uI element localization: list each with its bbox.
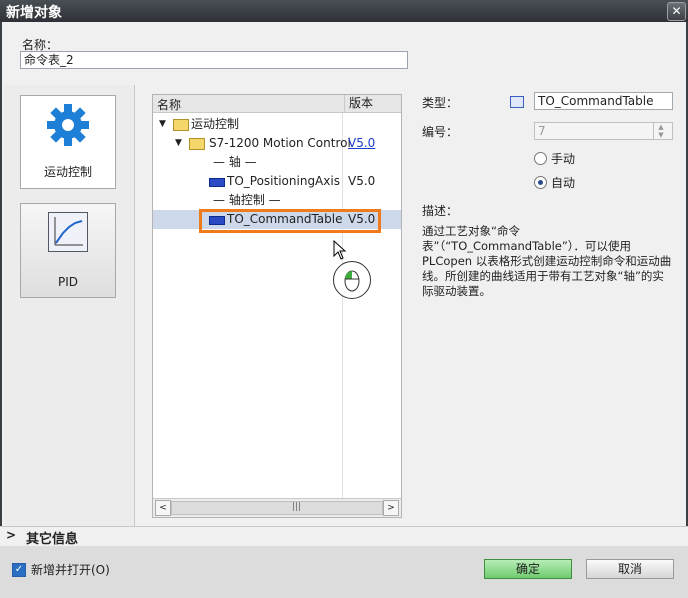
number-label: 编号： <box>422 125 459 139</box>
manual-radio[interactable] <box>534 152 547 165</box>
scroll-left-button[interactable]: < <box>155 500 171 516</box>
tree-row[interactable]: TO_PositioningAxis V5.0 <box>153 172 401 191</box>
window-title: 新增对象 <box>6 5 62 21</box>
dialog-body: 名称： 命令表_2 运动控制 PID 名称 版本 ▼ 运动控制 ▼ S7-120… <box>2 22 686 526</box>
tree-group-row: — 轴 — <box>153 153 401 172</box>
folder-icon <box>173 119 189 131</box>
version-text: V5.0 <box>348 174 376 188</box>
add-open-checkbox[interactable]: ✓ <box>12 563 26 577</box>
gear-icon <box>47 104 89 146</box>
expand-icon[interactable]: ▼ <box>175 134 182 153</box>
type-label: 类型： <box>422 96 459 110</box>
highlight-box <box>199 209 381 233</box>
tree-row-label: S7-1200 Motion Control <box>209 136 351 150</box>
dialog-footer: ✓ 新增并打开(O) 确定 取消 <box>0 546 688 598</box>
scroll-grip: ||| <box>292 502 302 512</box>
mouse-cursor-icon <box>333 240 347 260</box>
category-panel: 运动控制 PID <box>4 85 135 526</box>
category-label: PID <box>57 275 78 289</box>
axis-object-icon <box>209 178 225 187</box>
category-motion-control[interactable]: 运动控制 <box>20 95 116 189</box>
chevron-right-icon[interactable]: > <box>6 528 16 542</box>
type-field: TO_CommandTable <box>534 92 673 110</box>
auto-radio[interactable] <box>534 176 547 189</box>
tree-row-label: — 轴控制 — <box>213 193 281 207</box>
ok-button[interactable]: 确定 <box>484 559 572 579</box>
more-info-label: 其它信息 <box>26 532 79 547</box>
auto-label: 自动 <box>551 176 576 190</box>
category-label: 运动控制 <box>43 165 92 179</box>
folder-icon <box>189 138 205 150</box>
tree-row-label: TO_PositioningAxis <box>227 174 340 188</box>
name-field[interactable]: 命令表_2 <box>20 51 408 69</box>
column-version-header[interactable]: 版本 <box>344 95 373 112</box>
horizontal-scrollbar[interactable]: < ||| > <box>153 498 401 517</box>
category-pid[interactable]: PID <box>20 203 116 298</box>
scroll-right-button[interactable]: > <box>383 500 399 516</box>
tree-row-label: 运动控制 <box>191 117 240 131</box>
tree-group-row: — 轴控制 — <box>153 191 401 210</box>
pid-graph-icon <box>48 212 88 252</box>
title-bar: 新增对象 ✕ <box>0 0 688 22</box>
tree-row-label: — 轴 — <box>213 155 257 169</box>
manual-label: 手动 <box>551 152 576 166</box>
expand-icon[interactable]: ▼ <box>159 115 166 134</box>
description-label: 描述： <box>422 204 459 218</box>
more-info-bar[interactable]: > 其它信息 <box>0 526 688 547</box>
tree-header: 名称 版本 <box>153 95 401 113</box>
number-spinner-icon: ▲ ▼ <box>653 123 668 139</box>
tree-row[interactable]: ▼ 运动控制 <box>153 115 401 134</box>
tree-row[interactable]: ▼ S7-1200 Motion Control V5.0 <box>153 134 401 153</box>
add-open-label[interactable]: 新增并打开(O) <box>31 561 110 578</box>
column-name-header[interactable]: 名称 <box>157 96 181 113</box>
object-tree: 名称 版本 ▼ 运动控制 ▼ S7-1200 Motion Control V5… <box>152 94 402 518</box>
description-text: 通过工艺对象“命令表”（“TO_CommandTable”）．可以使用 PLCo… <box>422 224 672 298</box>
mouse-click-icon <box>333 261 371 299</box>
version-link[interactable]: V5.0 <box>348 134 375 153</box>
close-icon[interactable]: ✕ <box>667 2 686 21</box>
object-type-icon <box>510 96 524 108</box>
scroll-thumb[interactable]: ||| <box>171 501 383 515</box>
mouse-icon <box>344 270 360 292</box>
cancel-button[interactable]: 取消 <box>586 559 674 579</box>
